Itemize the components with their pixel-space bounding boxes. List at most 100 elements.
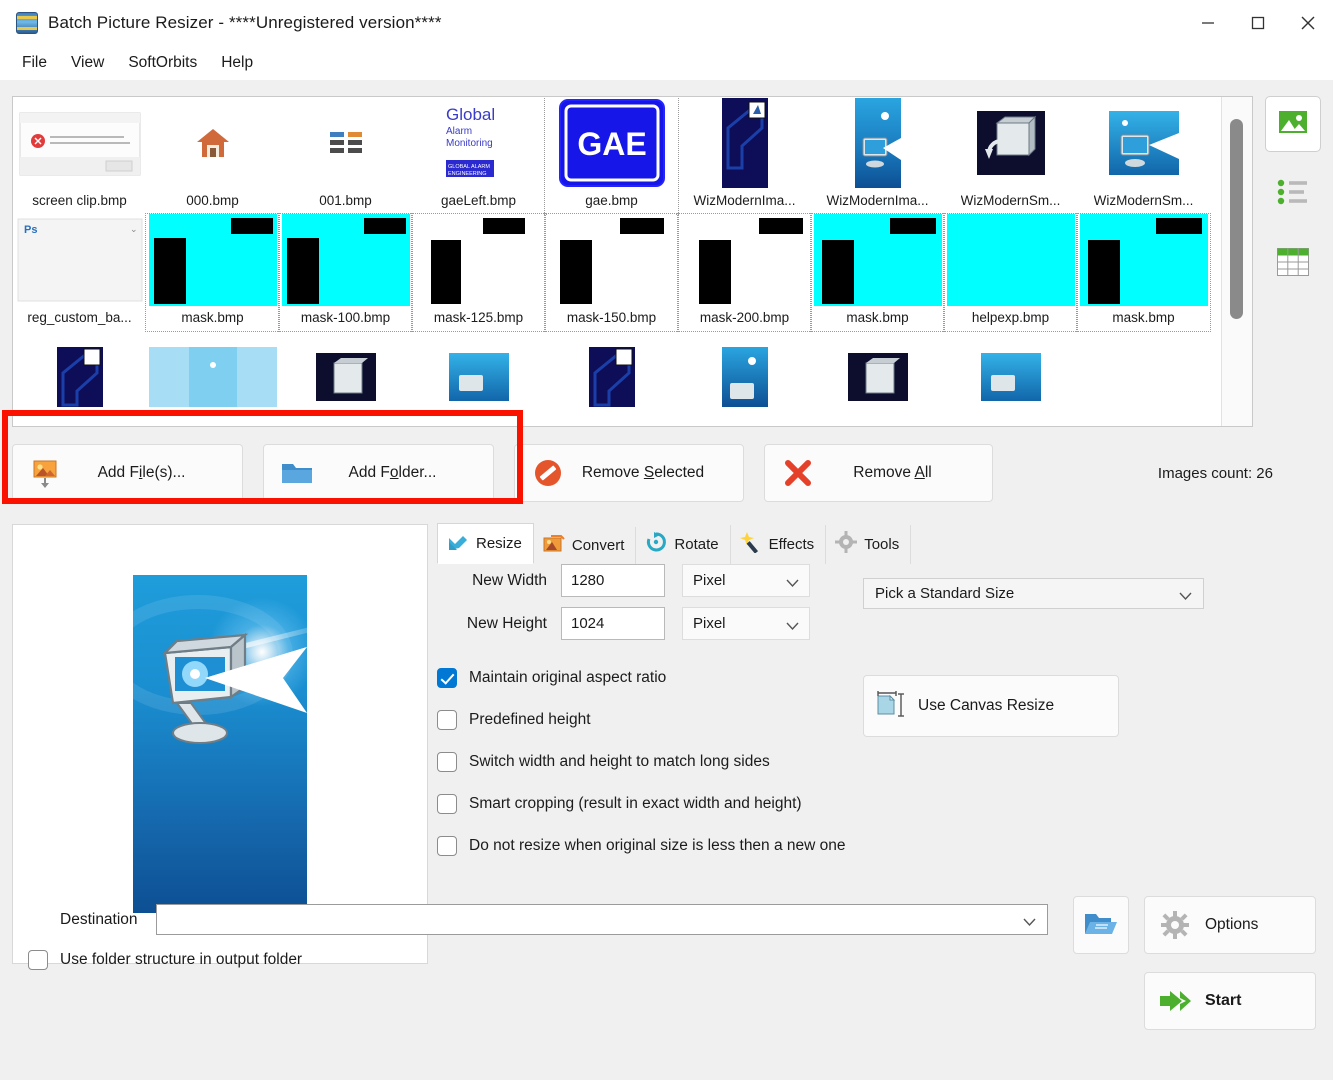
tab-rotate[interactable]: Rotate (636, 525, 730, 564)
images-count-label: Images count: 26 (1158, 465, 1273, 482)
options-button[interactable]: Options (1144, 896, 1316, 954)
list-item[interactable]: mask-125.bmp (412, 214, 545, 331)
menu-item-file[interactable]: File (12, 50, 57, 76)
maximize-icon[interactable] (1233, 0, 1283, 46)
settings-tabs: Resize Convert Rotate (437, 528, 911, 564)
menu-item-view[interactable]: View (61, 50, 114, 76)
list-item[interactable]: GAE gae.bmp (545, 97, 678, 214)
width-unit-select[interactable]: Pixel (682, 564, 810, 597)
remove-selected-button[interactable]: Remove Selected (514, 444, 744, 502)
list-item[interactable]: mask-200.bmp (678, 214, 811, 331)
folder-icon (280, 460, 314, 486)
svg-text:GAE: GAE (577, 126, 646, 162)
list-icon (1277, 179, 1309, 210)
thumbnail-label: helpexp.bmp (972, 310, 1049, 325)
use-folder-structure-row[interactable]: Use folder structure in output folder (28, 950, 302, 970)
list-view-button[interactable] (1265, 166, 1321, 222)
predefined-height-checkbox[interactable] (437, 710, 457, 730)
list-item[interactable]: Ps ⌄ reg_custom_ba... (13, 214, 146, 331)
svg-text:Ps: Ps (24, 224, 37, 236)
smart-cropping-row[interactable]: Smart cropping (result in exact width an… (437, 794, 1321, 814)
thumbnail-image (415, 214, 543, 306)
scrollbar-thumb[interactable] (1230, 119, 1243, 319)
list-item[interactable]: 001.bmp (279, 97, 412, 214)
list-item[interactable] (944, 331, 1077, 423)
thumbnail-image: Global Alarm Monitoring GLOBAL ALARM ENG… (415, 97, 543, 189)
thumbnail-scroll-area[interactable]: screen clip.bmp 000.bmp (13, 97, 1221, 426)
list-item[interactable]: Global Alarm Monitoring GLOBAL ALARM ENG… (412, 97, 545, 214)
window-controls (1183, 0, 1333, 46)
green-arrow-icon (1145, 988, 1205, 1014)
no-upscale-checkbox[interactable] (437, 836, 457, 856)
menu-bar: File View SoftOrbits Help (0, 46, 1333, 80)
chevron-down-icon (786, 575, 799, 592)
list-item[interactable]: WizModernIma... (811, 97, 944, 214)
tab-convert[interactable]: Convert (534, 527, 637, 564)
list-item[interactable]: mask.bmp (1077, 214, 1210, 331)
menu-item-softorbits[interactable]: SoftOrbits (118, 50, 207, 76)
list-item[interactable] (545, 331, 678, 423)
thumbnail-image (814, 97, 942, 189)
no-upscale-row[interactable]: Do not resize when original size is less… (437, 836, 1321, 856)
destination-row: Destination (60, 904, 1048, 935)
new-height-input[interactable] (561, 607, 665, 640)
smart-cropping-checkbox[interactable] (437, 794, 457, 814)
destination-combobox[interactable] (156, 904, 1048, 935)
destination-label: Destination (60, 911, 138, 929)
add-folder-button[interactable]: Add Folder... (263, 444, 494, 502)
list-item[interactable]: mask.bmp (146, 214, 279, 331)
list-item[interactable]: screen clip.bmp (13, 97, 146, 214)
standard-size-select[interactable]: Pick a Standard Size (863, 578, 1204, 609)
new-width-label: New Width (437, 572, 547, 590)
remove-all-button[interactable]: Remove All (764, 444, 993, 502)
tab-tools[interactable]: Tools (826, 525, 911, 564)
thumbnail-scrollbar[interactable] (1221, 97, 1252, 426)
list-item[interactable]: helpexp.bmp (944, 214, 1077, 331)
thumbnail-list[interactable]: screen clip.bmp 000.bmp (12, 96, 1253, 427)
list-item[interactable]: 000.bmp (146, 97, 279, 214)
list-item[interactable] (13, 331, 146, 423)
list-item[interactable] (811, 331, 944, 423)
close-icon[interactable] (1283, 0, 1333, 46)
browse-destination-button[interactable] (1073, 896, 1129, 954)
thumbnail-label: 001.bmp (319, 193, 372, 208)
thumbnail-view-button[interactable] (1265, 96, 1321, 152)
switch-dimensions-row[interactable]: Switch width and height to match long si… (437, 752, 1321, 772)
tab-effects[interactable]: Effects (731, 525, 827, 564)
thumbnail-label: mask.bmp (181, 310, 243, 325)
list-item[interactable] (279, 331, 412, 423)
app-icon (16, 12, 38, 34)
thumbnail-label: WizModernIma... (693, 193, 795, 208)
predefined-height-label: Predefined height (469, 711, 591, 729)
list-item[interactable] (412, 331, 545, 423)
bottom-bar: Destination Use folder structure in outp… (0, 884, 1333, 1080)
list-item[interactable]: WizModernIma... (678, 97, 811, 214)
thumbnail-image (282, 331, 410, 423)
tab-resize[interactable]: Resize (437, 523, 534, 564)
file-toolbar: Add File(s)... Add Folder... Remove Sele… (12, 432, 1321, 514)
maintain-aspect-ratio-checkbox[interactable] (437, 668, 457, 688)
list-item[interactable]: mask.bmp (811, 214, 944, 331)
start-button[interactable]: Start (1144, 972, 1316, 1030)
list-item[interactable]: mask-100.bmp (279, 214, 412, 331)
add-files-button[interactable]: Add File(s)... (12, 444, 243, 502)
new-height-label: New Height (437, 615, 547, 633)
svg-text:⌄: ⌄ (130, 224, 138, 234)
chevron-down-icon (786, 618, 799, 635)
minimize-icon[interactable] (1183, 0, 1233, 46)
list-item[interactable] (678, 331, 811, 423)
height-unit-select[interactable]: Pixel (682, 607, 810, 640)
details-view-button[interactable] (1265, 236, 1321, 292)
list-item[interactable]: mask-150.bmp (545, 214, 678, 331)
options-label: Options (1205, 916, 1258, 934)
use-canvas-resize-button[interactable]: Use Canvas Resize (863, 675, 1119, 737)
remove-all-label: Remove All (829, 464, 976, 482)
chevron-down-icon (1023, 914, 1036, 932)
new-width-input[interactable] (561, 564, 665, 597)
list-item[interactable]: WizModernSm... (944, 97, 1077, 214)
list-item[interactable] (146, 331, 279, 423)
switch-dimensions-checkbox[interactable] (437, 752, 457, 772)
list-item[interactable]: WizModernSm... (1077, 97, 1210, 214)
menu-item-help[interactable]: Help (211, 50, 263, 76)
use-folder-structure-checkbox[interactable] (28, 950, 48, 970)
